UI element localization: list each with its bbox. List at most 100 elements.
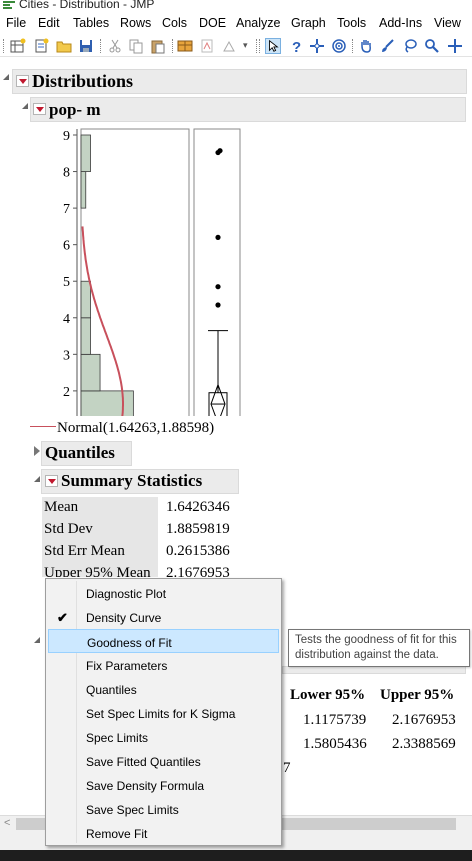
summary-statistics-title: Summary Statistics [61,471,203,490]
red-triangle-menu-icon[interactable] [33,103,46,115]
stat-label-std-err-mean: Std Err Mean [42,541,158,563]
menu-item-set-spec-limits-k-sigma[interactable]: Set Spec Limits for K Sigma [48,701,279,725]
stat-value-std-err-mean: 0.2615386 [166,543,230,559]
parameter-estimates-header [282,666,466,674]
menu-add-ins[interactable]: Add-Ins [379,16,422,30]
fit-legend-label: Normal(1.64263,1.88598) [57,420,215,436]
plus-tool-icon[interactable] [447,38,463,54]
quantiles-header[interactable]: Quantiles [41,441,132,466]
arrow-tool-icon[interactable] [265,38,281,54]
truncated-value: 7 [283,760,291,776]
y-axis-tick-label: 4 [63,312,70,327]
disclosure-open-icon[interactable] [22,103,28,109]
menu-file[interactable]: File [6,16,26,30]
hand-tool-icon[interactable] [358,38,374,54]
menu-item-save-density-formula[interactable]: Save Density Formula [48,773,279,797]
open-icon[interactable] [56,38,72,54]
cut-icon[interactable] [107,38,123,54]
menu-tools[interactable]: Tools [337,16,366,30]
stat-value-upper-95-mean: 2.1676953 [166,565,230,577]
menu-item-spec-limits[interactable]: Spec Limits [48,725,279,749]
menu-graph[interactable]: Graph [291,16,326,30]
svg-text:?: ? [292,39,301,54]
menu-analyze[interactable]: Analyze [236,16,280,30]
red-triangle-menu-icon[interactable] [45,475,58,487]
copy-icon[interactable] [128,38,144,54]
new-table-icon[interactable] [10,38,26,54]
fit-context-menu: Diagnostic Plot ✔ Density Curve Goodness … [45,578,282,846]
jmp-app-icon [3,1,15,10]
taskbar-strip [0,850,472,861]
red-triangle-menu-icon[interactable] [16,75,29,87]
distributions-header[interactable]: Distributions [12,69,467,94]
menu-tables[interactable]: Tables [73,16,109,30]
paste-icon[interactable] [150,38,166,54]
magnifier-tool-icon[interactable] [424,38,440,54]
menu-item-density-curve[interactable]: ✔ Density Curve [48,605,279,629]
brush-tool-icon[interactable] [380,38,396,54]
ci-upper-value: 2.3388569 [392,736,456,752]
distribution-plot[interactable]: 0123456789 [0,126,250,416]
layout-icon[interactable] [221,38,237,54]
menu-cols[interactable]: Cols [162,16,187,30]
quantiles-title: Quantiles [45,443,115,462]
y-axis-tick-label: 9 [63,129,70,144]
ci-upper-value: 2.1676953 [392,712,456,728]
disclosure-closed-icon[interactable] [34,446,40,456]
y-axis-tick-label: 8 [63,166,70,181]
menu-item-fix-parameters[interactable]: Fix Parameters [48,653,279,677]
y-axis-tick-label: 2 [63,385,70,400]
histogram-bar [80,171,87,209]
menu-edit[interactable]: Edit [38,16,60,30]
menu-view[interactable]: View [434,16,461,30]
variable-title: pop- m [49,100,101,119]
y-axis-tick-label: 5 [63,275,70,290]
summary-statistics-header[interactable]: Summary Statistics [41,469,239,494]
disclosure-open-icon[interactable] [34,637,40,643]
lasso-tool-icon[interactable] [402,38,418,54]
stat-value-std-dev: 1.8859819 [166,521,230,537]
scroll-left-icon[interactable]: < [4,817,10,829]
ci-lower-value: 1.5805436 [303,736,367,752]
stat-label-upper-95-mean: Upper 95% Mean [42,563,158,577]
menu-item-save-fitted-quantiles[interactable]: Save Fitted Quantiles [48,749,279,773]
y-axis-tick-label: 7 [63,202,70,217]
menu-item-diagnostic-plot[interactable]: Diagnostic Plot [48,581,279,605]
new-script-icon[interactable] [34,38,50,54]
toolbar-separator [100,39,101,53]
variable-header[interactable]: pop- m [30,97,466,122]
save-icon[interactable] [78,38,94,54]
menu-item-save-spec-limits[interactable]: Save Spec Limits [48,797,279,821]
histogram-bar [80,390,134,416]
title-bar: Cities - Distribution - JMP [0,0,472,12]
pdf-icon[interactable] [199,38,215,54]
menu-item-goodness-of-fit[interactable]: Goodness of Fit [48,629,279,653]
stat-label-mean: Mean [42,497,158,519]
menu-item-remove-fit[interactable]: Remove Fit [48,821,279,845]
distributions-title: Distributions [32,71,134,91]
crosshair-tool-icon[interactable] [309,38,325,54]
menu-doe[interactable]: DOE [199,16,226,30]
boxplot-frame [193,128,241,416]
target-tool-icon[interactable] [331,38,347,54]
menu-item-quantiles[interactable]: Quantiles [48,677,279,701]
stat-label-std-dev: Std Dev [42,519,158,541]
outlier-point [217,148,223,154]
help-tool-icon[interactable]: ? [288,38,304,54]
menu-rows[interactable]: Rows [120,16,151,30]
y-axis-tick-label: 6 [63,239,70,254]
toolbar-grip [259,39,260,53]
menu-bar: File Edit Tables Rows Cols DOE Analyze G… [0,13,472,35]
y-axis-tick-label: 3 [63,348,70,363]
journal-icon[interactable] [177,38,193,54]
toolbar-overflow-icon[interactable]: ▾ [243,40,248,51]
goodness-of-fit-tooltip: Tests the goodness of fit for this distr… [288,629,470,667]
toolbar-separator [172,39,173,53]
disclosure-open-icon[interactable] [3,74,9,80]
fit-legend-line [30,426,56,427]
toolbar-separator [352,39,353,53]
histogram-bar [80,134,91,172]
histogram-bar [80,317,91,355]
ci-header-upper: Upper 95% [380,687,455,703]
disclosure-open-icon[interactable] [34,476,40,482]
